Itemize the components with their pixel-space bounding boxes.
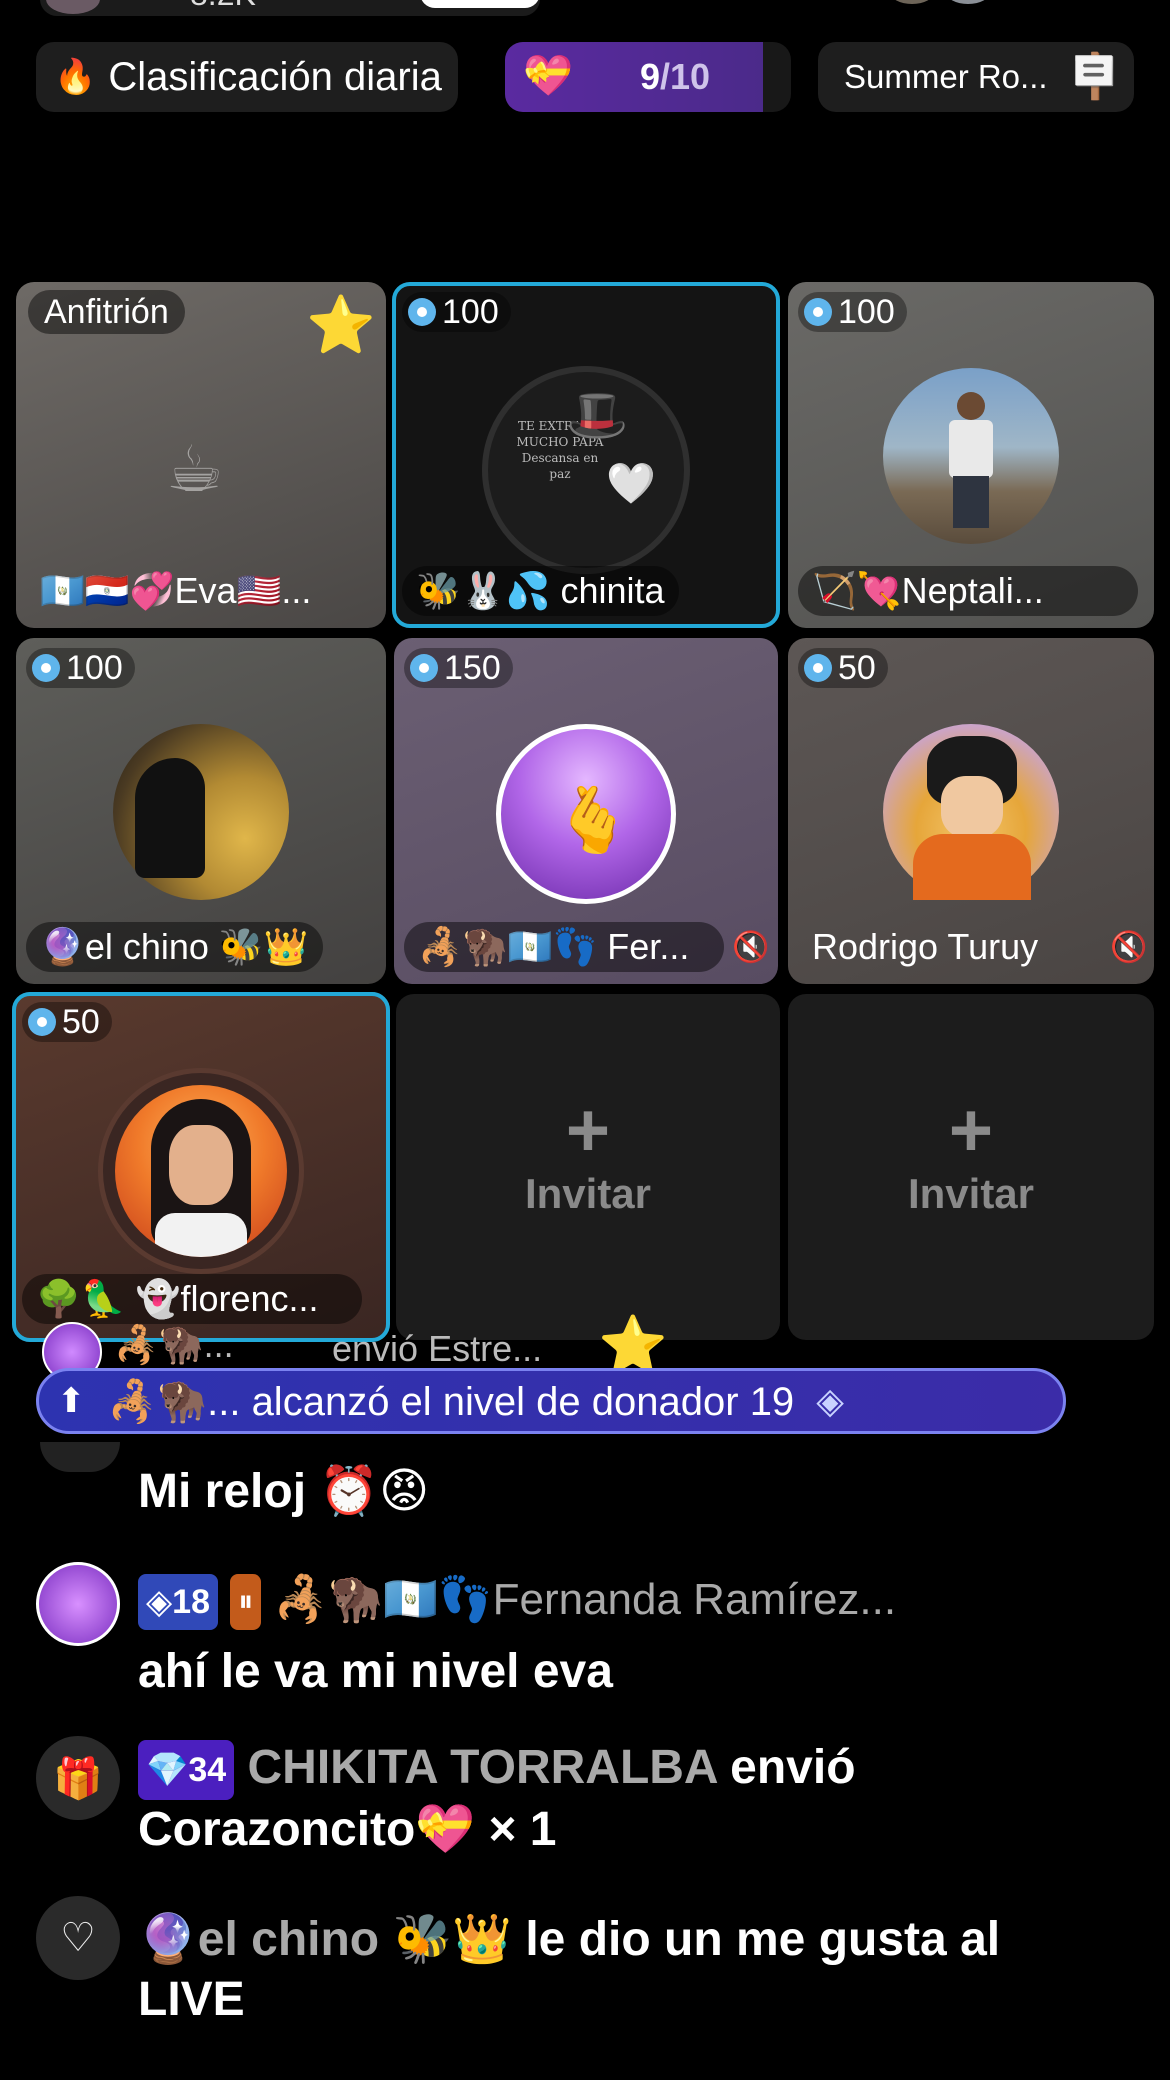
heart-gift-icon: 💝 (523, 54, 573, 98)
plus-icon: + (565, 1088, 611, 1173)
seat-host[interactable]: Anfitrión ⭐ ☕ 🇬🇹🇵🇾💞Eva🇺🇸... (16, 282, 386, 628)
follow-button[interactable] (420, 0, 540, 8)
start-sign-icon: 🪧 (1067, 52, 1122, 101)
seat-name: 🏹💘Neptali... (798, 566, 1138, 616)
seat-score: 50 (798, 648, 888, 688)
viewer-avatar[interactable] (946, 0, 990, 4)
starfish-sticker-icon: ⭐ (306, 293, 376, 356)
muted-mic-icon: 🔇 (1110, 931, 1148, 964)
seat-el-chino[interactable]: 100 🔮el chino 🐝👑 (16, 638, 386, 984)
chat-message: Mi reloj ⏰😡 (138, 1465, 430, 1518)
seat-score: 100 (26, 648, 135, 688)
goal-progress[interactable]: 💝 9/10 (505, 42, 791, 112)
fan-badge: ⏸ (230, 1574, 262, 1631)
cup-icon: ☕ (166, 433, 224, 505)
avatar[interactable] (98, 1068, 304, 1274)
avatar[interactable] (113, 724, 289, 900)
level-badge: 💎34 (138, 1740, 235, 1801)
avatar[interactable] (883, 368, 1059, 544)
seat-name: Rodrigo Turuy (812, 926, 1039, 967)
event-label: Summer Ro... (844, 58, 1048, 95)
host-tag: Anfitrión (28, 290, 185, 334)
invite-label: Invitar (907, 1170, 1035, 1217)
seat-name: 🌳🦜 👻florenc... (22, 1274, 362, 1324)
chat-like-message: 🔮el chino 🐝👑 le dio un me gusta al LIVE (138, 1913, 1001, 2026)
chat-username[interactable]: 🔮el chino 🐝👑 (138, 1913, 512, 1966)
viewer-avatar[interactable] (890, 0, 934, 4)
muted-mic-icon: 🔇 (732, 931, 770, 964)
host-avatar[interactable] (46, 0, 100, 14)
level-badge: ◈18 (138, 1574, 218, 1631)
daily-ranking-label: Clasificación diaria (108, 54, 442, 99)
seat-rodrigo[interactable]: 50 Rodrigo Turuy 🔇 (788, 638, 1154, 984)
chat-gift-message: 💎34 CHIKITA TORRALBA envió Corazoncito💝 … (138, 1740, 856, 1857)
seat-fer[interactable]: 150 🫰 🦂🦬🇬🇹👣 Fer... 🔇 (394, 638, 778, 984)
chat-avatar[interactable] (40, 1442, 120, 1472)
seat-neptali[interactable]: 100 🏹💘Neptali... (788, 282, 1154, 628)
top-viewers[interactable] (890, 0, 1020, 4)
seat-score: 50 (22, 1002, 112, 1042)
chat-message: ahí le va mi nivel eva (138, 1645, 613, 1698)
seat-score: 100 (798, 292, 907, 332)
chat-username[interactable]: 🦂🦬🇬🇹👣Fernanda Ramírez... (273, 1575, 896, 1624)
seat-score: 150 (404, 648, 513, 688)
hat-icon: 🎩 (566, 387, 629, 443)
daily-ranking-button[interactable]: 🔥 Clasificación diaria (36, 42, 458, 112)
plus-icon: + (948, 1088, 994, 1173)
donor-level-text: 🦂🦬... alcanzó el nivel de donador 19 (107, 1379, 795, 1424)
gift-sender: 🦂🦬... (114, 1324, 234, 1365)
roses-icon: 🤍 (606, 462, 656, 506)
goal-progress-value: 9/10 (640, 56, 711, 97)
chat-username[interactable]: CHIKITA TORRALBA (248, 1741, 717, 1794)
seat-name: 🐝🐰💦 chinita (402, 566, 679, 616)
heart-icon: ♡ (36, 1896, 120, 1980)
event-banner[interactable]: Summer Ro... 🪧 (818, 42, 1134, 112)
seat-florenc[interactable]: 50 🌳🦜 👻florenc... (12, 992, 390, 1342)
seat-name: 🦂🦬🇬🇹👣 Fer... (404, 922, 724, 972)
avatar[interactable] (883, 724, 1059, 900)
chat-header: ◈18 ⏸ 🦂🦬🇬🇹👣Fernanda Ramírez... (138, 1572, 1148, 1631)
avatar[interactable]: 🫰 (496, 724, 676, 904)
diamond-icon: ◈ (816, 1380, 844, 1421)
gift-notice: 🦂🦬... envió Estre... ⭐ (40, 1313, 668, 1382)
viewer-count: 8.2K (190, 0, 256, 13)
donor-level-banner: ⬆ 🦂🦬... alcanzó el nivel de donador 19 ◈ (36, 1368, 1066, 1434)
seat-name: 🔮el chino 🐝👑 (26, 922, 323, 972)
fire-icon: 🔥 (54, 58, 97, 96)
seat-score: 100 (402, 292, 511, 332)
invite-label: Invitar (524, 1170, 652, 1217)
invite-seat[interactable]: + Invitar (396, 994, 780, 1340)
gift-text: envió Estre... (332, 1328, 543, 1369)
seat-name: 🇬🇹🇵🇾💞Eva🇺🇸... (40, 570, 312, 611)
avatar[interactable]: TE EXTRAÑO MUCHO PAPÁ Descansa en paz 🎩 … (482, 366, 690, 574)
chat-avatar[interactable] (36, 1562, 120, 1646)
level-up-arrow-icon: ⬆ (57, 1382, 86, 1420)
invite-seat[interactable]: + Invitar (788, 994, 1154, 1340)
gift-icon: 🎁 (36, 1736, 120, 1820)
seat-chinita[interactable]: 100 TE EXTRAÑO MUCHO PAPÁ Descansa en pa… (392, 282, 780, 628)
heart-hand-icon: 🫰 (553, 784, 633, 856)
host-info-pill[interactable]: 8.2K (40, 0, 540, 16)
